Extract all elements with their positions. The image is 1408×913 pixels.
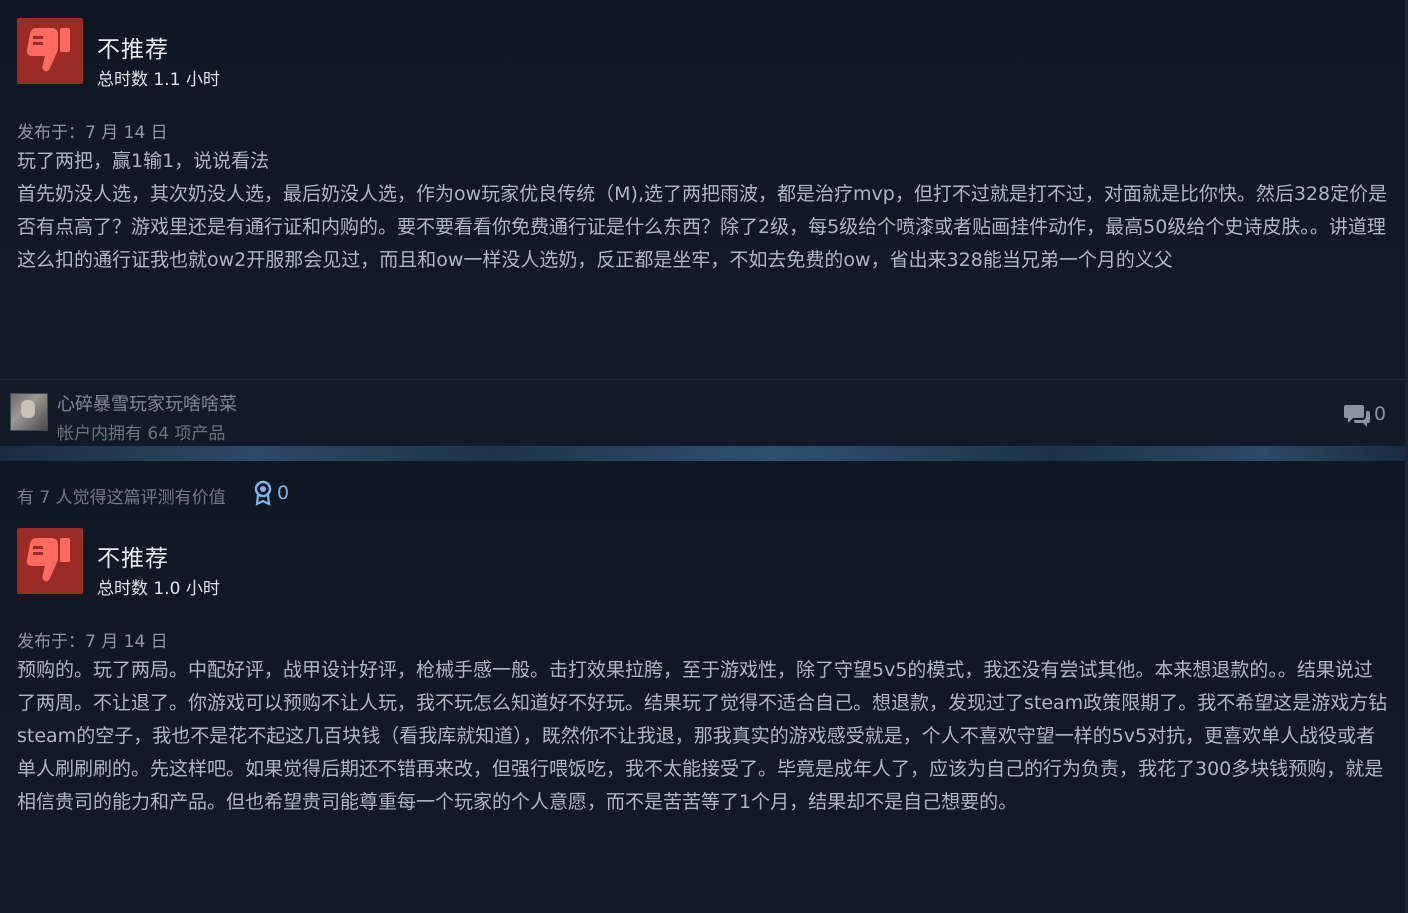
review-page: 不推荐 总时数 1.1 小时 发布于：7 月 14 日 玩了两把，赢1输1，说说… [0, 0, 1408, 913]
helpful-count: 有 7 人觉得这篇评测有价值 [17, 488, 226, 508]
review-paragraph: 预购的。玩了两局。中配好评，战甲设计好评，枪械手感一般。击打效果拉胯，至于游戏性… [17, 659, 1388, 813]
posted-date: 发布于：7 月 14 日 [17, 632, 168, 652]
verdict-title[interactable]: 不推荐 [97, 30, 169, 64]
author-name-link[interactable]: 心碎暴雪玩家玩啥啥菜 [57, 390, 237, 416]
review-separator [0, 446, 1405, 461]
review-paragraph: 首先奶没人选，其次奶没人选，最后奶没人选，作为ow玩家优良传统（M),选了两把雨… [17, 183, 1388, 271]
avatar[interactable] [10, 393, 48, 431]
author-products-owned[interactable]: 帐户内拥有 64 项产品 [57, 419, 225, 444]
playtime-hours: 总时数 1.1 小时 [97, 70, 220, 90]
playtime-hours: 总时数 1.0 小时 [97, 579, 220, 599]
thumbs-down-icon[interactable] [17, 528, 83, 594]
posted-date: 发布于：7 月 14 日 [17, 123, 168, 143]
award-count[interactable]: 0 [277, 482, 289, 504]
review-body: 玩了两把，赢1输1，说说看法 首先奶没人选，其次奶没人选，最后奶没人选，作为ow… [17, 145, 1389, 277]
award-ribbon-icon[interactable] [253, 480, 273, 510]
verdict-title[interactable]: 不推荐 [97, 539, 169, 573]
thumbs-down-icon[interactable] [17, 18, 83, 84]
review-body: 预购的。玩了两局。中配好评，战甲设计好评，枪械手感一般。击打效果拉胯，至于游戏性… [17, 654, 1389, 819]
review-paragraph: 玩了两把，赢1输1，说说看法 [17, 150, 270, 172]
review-card: 不推荐 总时数 1.1 小时 发布于：7 月 14 日 玩了两把，赢1输1，说说… [0, 0, 1405, 446]
divider [0, 379, 1405, 380]
comment-count[interactable]: 0 [1374, 403, 1386, 425]
